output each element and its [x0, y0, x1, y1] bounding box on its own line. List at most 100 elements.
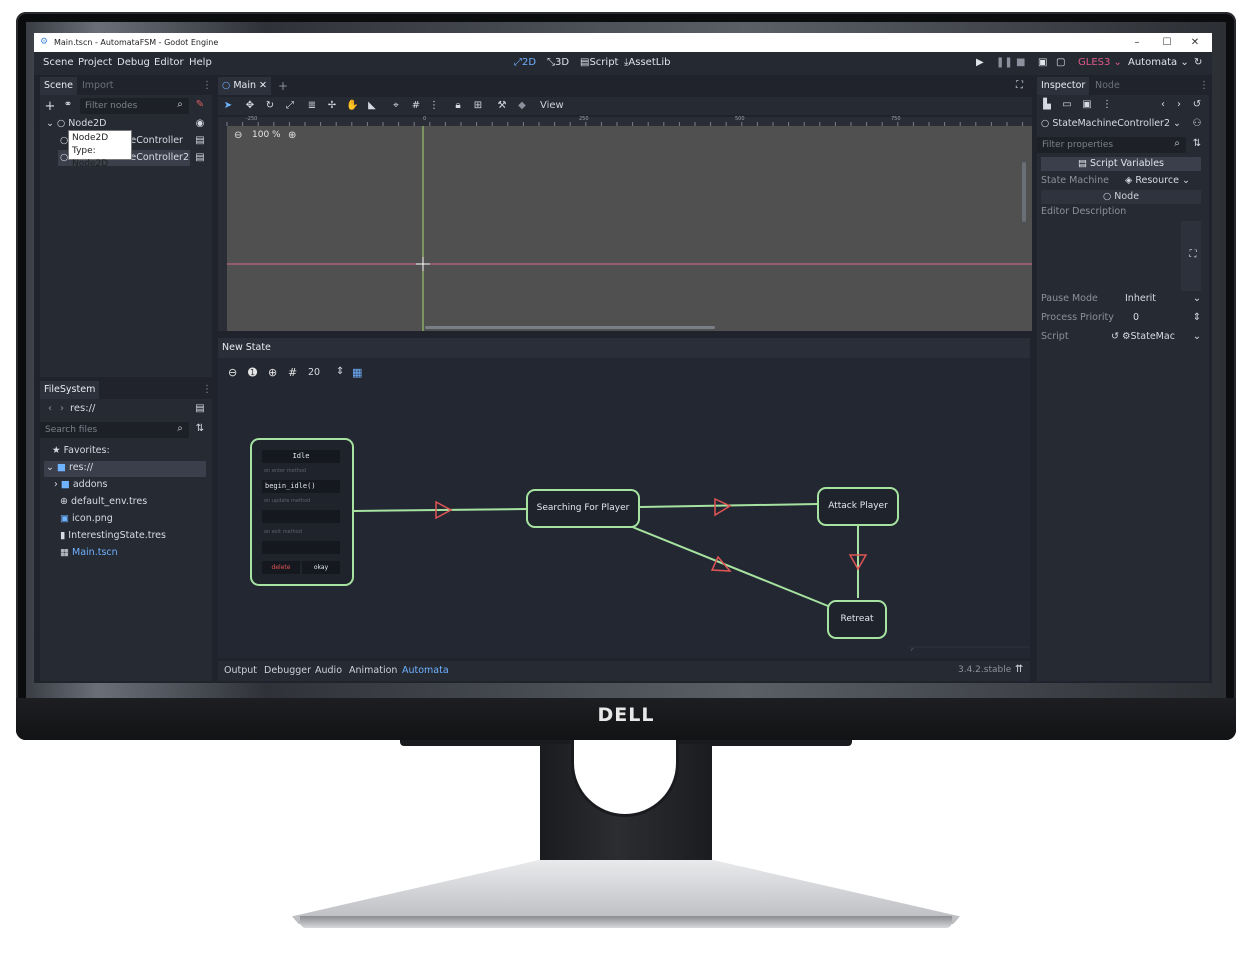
add-tab-icon[interactable]: + [278, 79, 288, 93]
script-icon[interactable]: ▤ [194, 152, 206, 163]
camera-override-icon[interactable]: ◆ [516, 100, 528, 111]
state-node-idle[interactable]: Idle on enter method begin_idle() on upd… [250, 438, 354, 586]
move-tool-icon[interactable]: ✥ [244, 100, 256, 111]
dock-menu-icon[interactable]: ⋮ [1199, 80, 1209, 91]
fs-item-interesting-state[interactable]: ▮ InterestingState.tres [60, 530, 166, 541]
revert-icon[interactable]: ↺ [1111, 331, 1119, 342]
delete-button[interactable]: delete [262, 561, 300, 574]
menu-help[interactable]: Help [189, 57, 212, 68]
chevron-down-icon[interactable]: ⌄ [1191, 293, 1203, 304]
state-node-searching[interactable]: Searching For Player [526, 489, 640, 528]
filter-properties-input[interactable]: Filter properties [1037, 137, 1186, 153]
tab-inspector[interactable]: Inspector [1037, 77, 1090, 95]
bottom-tab-audio[interactable]: Audio [315, 665, 342, 676]
menu-debug[interactable]: Debug [117, 57, 150, 68]
history-forward-icon[interactable]: › [1173, 99, 1185, 110]
add-node-icon[interactable]: + [44, 99, 56, 114]
dock-menu-icon[interactable]: ⋮ [202, 384, 212, 395]
mode-2d-button[interactable]: ⤢2D [514, 57, 536, 68]
list-select-icon[interactable]: ≣ [306, 100, 318, 111]
link-icon[interactable]: ⚭ [62, 99, 74, 110]
forward-icon[interactable]: › [56, 403, 68, 414]
history-icon[interactable]: ↺ [1191, 99, 1203, 110]
tree-item-node2d[interactable]: ⌄ ○ Node2D [46, 118, 106, 129]
path-field[interactable]: res:// [70, 403, 95, 414]
2d-viewport[interactable]: -250 0 250 500 750 ⊖ 100 % ⊕ [218, 116, 1032, 331]
prop-pause-mode-value[interactable]: Inherit [1125, 293, 1156, 304]
distraction-free-icon[interactable]: ⛶ [1016, 80, 1023, 91]
more-options-icon[interactable]: ⋮ [1101, 99, 1113, 110]
pan-tool-icon[interactable]: ✋ [346, 100, 358, 111]
update-method-field[interactable] [262, 510, 340, 523]
new-resource-icon[interactable]: ▙ [1041, 99, 1053, 110]
menu-editor[interactable]: Editor [154, 57, 184, 68]
zoom-level[interactable]: 100 % [252, 130, 281, 140]
fs-item-default-env[interactable]: ⊕ default_env.tres [60, 496, 147, 507]
prop-script-value[interactable]: ↺ ⚙StateMac [1111, 331, 1175, 342]
search-files-input[interactable]: Search files [40, 422, 189, 438]
scale-tool-icon[interactable]: ⤢ [284, 100, 296, 111]
bottom-tab-automata[interactable]: Automata [402, 665, 449, 676]
enter-method-field[interactable]: begin_idle() [262, 480, 340, 493]
mode-script-button[interactable]: ▤Script [580, 57, 618, 68]
favorites-item[interactable]: ★ Favorites: [52, 445, 110, 456]
zoom-out-icon[interactable]: ⊖ [234, 130, 242, 141]
play-custom-icon[interactable]: ▢ [1056, 57, 1065, 68]
script-variables-section[interactable]: ▤ Script Variables [1041, 157, 1201, 171]
bottom-tab-animation[interactable]: Animation [349, 665, 397, 676]
chevron-down-icon[interactable]: ⌄ [1191, 331, 1203, 342]
sort-icon[interactable]: ⇅ [1191, 138, 1203, 149]
tab-new-state[interactable]: New State [218, 339, 275, 357]
play-scene-icon[interactable]: ▣ [1038, 57, 1047, 68]
zoom-in-icon[interactable]: ⊕ [288, 130, 296, 141]
prop-state-machine-value[interactable]: ◈ Resource ⌄ [1125, 175, 1190, 186]
pivot-icon[interactable]: ✢ [326, 100, 338, 111]
visibility-icon[interactable]: ◉ [194, 118, 206, 129]
bone-icon[interactable]: ⚒ [496, 100, 508, 111]
state-node-attack[interactable]: Attack Player [817, 487, 899, 526]
select-tool-icon[interactable]: ➤ [222, 100, 234, 111]
editor-description-field[interactable] [1041, 221, 1201, 291]
fs-item-addons[interactable]: › ■ addons [54, 479, 108, 490]
minimap-resize-icon[interactable]: ⌜ [911, 648, 914, 656]
renderer-select[interactable]: GLES3 ⌄ [1078, 57, 1122, 68]
filter-nodes-input[interactable]: Filter nodes [80, 98, 189, 114]
inspected-object[interactable]: ○ StateMachineController2 ⌄ [1041, 118, 1181, 129]
okay-button[interactable]: okay [302, 561, 340, 574]
state-name-field[interactable]: Idle [262, 450, 340, 463]
expand-text-icon[interactable]: ⛶ [1187, 249, 1199, 260]
expand-panel-icon[interactable]: ⇈ [1015, 664, 1023, 675]
stepper-icon[interactable]: ⇕ [1191, 312, 1203, 323]
close-tab-icon[interactable]: ✕ [259, 80, 267, 91]
grid-snap-icon[interactable]: # [410, 100, 422, 111]
stop-icon[interactable]: ■ [1016, 57, 1025, 68]
fs-item-main-tscn[interactable]: ▦ Main.tscn [60, 547, 118, 558]
back-icon[interactable]: ‹ [44, 403, 56, 414]
maximize-button[interactable]: ☐ [1152, 33, 1182, 52]
scene-tab-main[interactable]: ○ Main ✕ [218, 77, 272, 95]
dock-menu-icon[interactable]: ⋮ [202, 80, 212, 91]
tab-node[interactable]: Node [1091, 77, 1124, 95]
fs-item-icon-png[interactable]: ▣ icon.png [60, 513, 113, 524]
sort-icon[interactable]: ⇅ [194, 423, 206, 434]
play-icon[interactable]: ▶ [976, 57, 984, 68]
script-icon[interactable]: ▤ [194, 135, 206, 146]
tab-scene[interactable]: Scene [40, 77, 77, 95]
menu-project[interactable]: Project [78, 57, 112, 68]
prop-process-priority-value[interactable]: 0 [1133, 312, 1139, 323]
tab-filesystem[interactable]: FileSystem [40, 381, 100, 399]
layout-select[interactable]: Automata ⌄ [1128, 57, 1189, 68]
split-view-icon[interactable]: ▤ [194, 403, 206, 414]
group-icon[interactable]: ⊞ [472, 100, 484, 111]
view-menu[interactable]: View [540, 100, 564, 111]
tab-import[interactable]: Import [78, 77, 118, 95]
mode-assetlib-button[interactable]: ⤓AssetLib [624, 57, 670, 68]
object-properties-icon[interactable]: ⚇ [1191, 118, 1203, 129]
rotate-tool-icon[interactable]: ↻ [264, 100, 276, 111]
mode-3d-button[interactable]: ⤡3D [547, 57, 569, 68]
pause-icon[interactable]: ❚❚ [996, 57, 1013, 68]
minimize-button[interactable]: – [1122, 33, 1152, 52]
open-folder-icon[interactable]: ▭ [1061, 99, 1073, 110]
node-type-field[interactable]: ○ Node [1041, 190, 1201, 204]
bottom-tab-debugger[interactable]: Debugger [264, 665, 311, 676]
